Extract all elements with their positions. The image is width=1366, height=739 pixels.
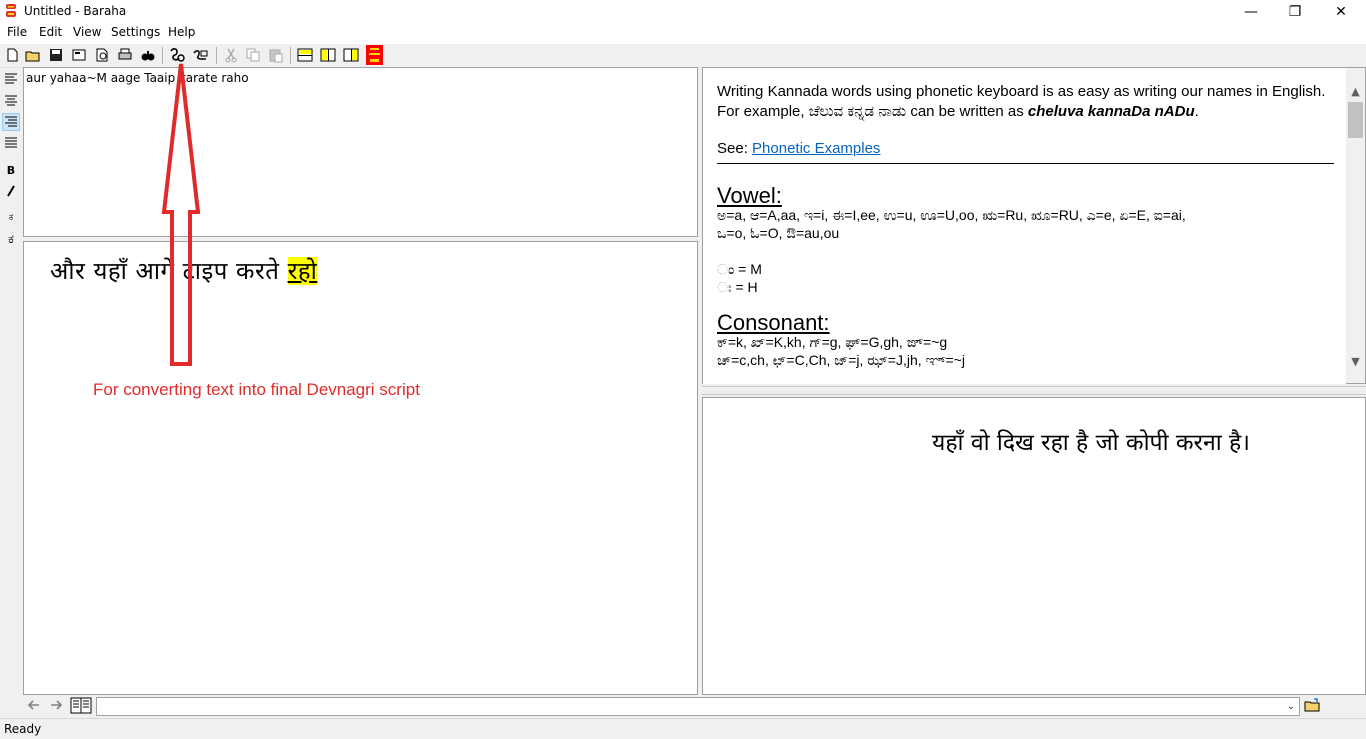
consonant-heading: Consonant:	[717, 310, 830, 335]
align-left-icon[interactable]	[3, 71, 19, 87]
window-title: Untitled - Baraha	[24, 4, 127, 18]
back-arrow-icon[interactable]	[27, 698, 41, 712]
status-text: Ready	[4, 722, 42, 736]
vowel-line-1: ಅ=a, ಆ=A,aa, ಇ=i, ಈ=I,ee, ಉ=u, ಊ=U,oo, ಋ…	[717, 207, 1186, 223]
copy-icon[interactable]	[245, 47, 261, 63]
phonetic-examples-link[interactable]: Phonetic Examples	[752, 140, 880, 157]
menu-edit[interactable]: Edit	[39, 25, 62, 39]
menu-bar	[0, 23, 1366, 44]
title-bar	[0, 0, 1366, 23]
minimize-button[interactable]: —	[1228, 0, 1274, 23]
script-toggle-1[interactable]: ಕ	[3, 209, 19, 225]
find-icon[interactable]	[140, 47, 156, 63]
help-content: Writing Kannada words using phonetic key…	[717, 82, 1337, 369]
annotation-arrow-icon	[161, 63, 201, 366]
book-icon[interactable]	[70, 697, 92, 714]
new-icon[interactable]	[4, 47, 20, 63]
pane-splitter[interactable]	[702, 386, 1366, 395]
close-button[interactable]: ✕	[1318, 0, 1364, 23]
menu-view[interactable]: View	[73, 25, 101, 39]
help-bottom-edge	[703, 382, 1346, 384]
scroll-thumb[interactable]	[1348, 102, 1363, 138]
print-icon[interactable]	[117, 47, 133, 63]
help-see-line: See: Phonetic Examples	[717, 140, 881, 157]
highlighted-word: रहो	[287, 257, 318, 285]
open-icon[interactable]	[25, 47, 41, 63]
layout-preview-icon[interactable]	[343, 47, 359, 63]
annotation-text: For converting text into final Devnagri …	[93, 380, 420, 399]
baraha-logo-icon[interactable]	[366, 45, 383, 65]
paste-icon[interactable]	[268, 47, 284, 63]
phonetic-input-pane[interactable]	[23, 67, 698, 237]
vowel-line-2: ಒ=o, ಓ=O, ಔ=au,ou	[717, 225, 840, 241]
chevron-down-icon[interactable]: ⌄	[1284, 699, 1298, 713]
help-divider	[717, 163, 1334, 164]
scroll-down-icon[interactable]: ▼	[1346, 352, 1365, 370]
bold-button[interactable]: B	[3, 162, 19, 178]
anusvara-line: ಂ = M	[717, 261, 762, 277]
align-right-icon[interactable]	[2, 113, 20, 131]
toolbar-separator	[290, 47, 291, 64]
print-preview-icon[interactable]	[94, 47, 110, 63]
consonant-line-1: ಕ್=k, ಖ್=K,kh, ಗ್=g, ಘ್=G,gh, ಙ್=~g	[717, 334, 948, 350]
justify-icon[interactable]	[3, 135, 19, 151]
layout-vertical-icon[interactable]	[320, 47, 336, 63]
menu-help[interactable]: Help	[168, 25, 195, 39]
status-bar	[0, 718, 1366, 739]
scroll-up-icon[interactable]: ▲	[1346, 82, 1365, 100]
toolbar-separator	[216, 47, 217, 64]
visarga-line: ಃ = H	[717, 279, 758, 295]
menu-file[interactable]: File	[7, 25, 27, 39]
layout-horizontal-icon[interactable]	[297, 47, 313, 63]
maximize-button[interactable]: ❐	[1272, 0, 1318, 23]
align-center-icon[interactable]	[3, 93, 19, 109]
script-output-pane[interactable]	[23, 241, 698, 695]
help-intro: Writing Kannada words using phonetic key…	[717, 83, 1326, 120]
address-combo[interactable]	[96, 697, 1300, 716]
baraha-app-icon	[6, 4, 16, 17]
cut-icon[interactable]	[223, 47, 239, 63]
preview-text: यहाँ वो दिख रहा है जो कोपी करना है।	[932, 430, 1250, 456]
save-icon[interactable]	[48, 47, 64, 63]
forward-arrow-icon[interactable]	[49, 698, 63, 712]
vowel-heading: Vowel:	[717, 183, 782, 208]
script-toggle-2[interactable]: ಕ	[3, 231, 19, 247]
save-as-icon[interactable]	[71, 47, 87, 63]
phonetic-input-text: aur yahaa~M aage Taaip karate raho	[26, 71, 249, 85]
consonant-line-2: ಚ್=c,ch, ಛ್=C,Ch, ಜ್=j, ಝ್=J,jh, ಞ್=~j	[717, 352, 965, 368]
italic-icon[interactable]	[3, 183, 19, 199]
menu-settings[interactable]: Settings	[111, 25, 160, 39]
open-folder-icon[interactable]	[1304, 697, 1321, 713]
